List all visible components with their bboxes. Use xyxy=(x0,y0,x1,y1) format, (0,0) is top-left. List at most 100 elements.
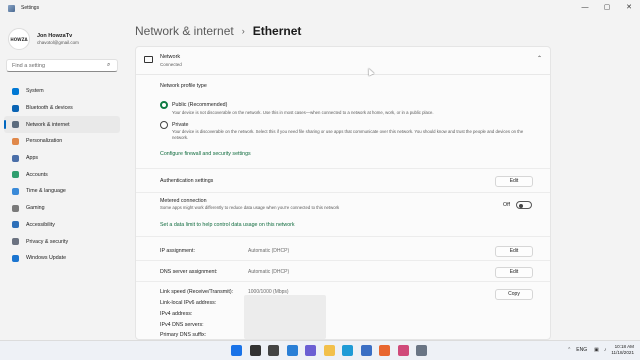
ipv4-dns-label: IPv4 DNS servers: xyxy=(160,322,204,328)
avatar: HOWZA xyxy=(8,28,30,50)
sidebar-nav: System Bluetooth & devices Network & int… xyxy=(4,83,120,267)
public-label: Public (Recommended) xyxy=(172,102,228,108)
auth-edit-button[interactable]: Edit xyxy=(495,176,533,187)
sidebar-item-accounts[interactable]: Accounts xyxy=(4,166,120,183)
ipv6-label: Link-local IPv6 address: xyxy=(160,300,217,306)
start-icon[interactable] xyxy=(231,345,242,356)
accounts-icon xyxy=(12,171,19,179)
network-status-icon[interactable]: ▣ xyxy=(594,347,599,353)
window-controls: — ▢ ✕ xyxy=(574,0,640,16)
sidebar-item-network[interactable]: Network & internet xyxy=(4,116,120,134)
user-email: chavotol@gmail.com xyxy=(37,40,79,45)
update-icon xyxy=(12,254,19,262)
sidebar-item-gaming[interactable]: Gaming xyxy=(4,200,120,217)
minimize-button[interactable]: — xyxy=(574,0,596,16)
taskbar: ⌃ ENG ▣ ♪ 10:18 AM 11/18/2021 xyxy=(0,340,640,360)
ip-edit-button[interactable]: Edit xyxy=(495,246,533,257)
network-header[interactable]: Network Connected ⌃ xyxy=(136,47,550,75)
firefox-icon[interactable] xyxy=(379,345,390,356)
divider xyxy=(136,260,550,261)
search-placeholder: Find a setting xyxy=(12,62,46,69)
sidebar-item-time-language[interactable]: Time & language xyxy=(4,183,120,200)
title-bar: Settings — ▢ ✕ xyxy=(0,0,640,16)
network-card: Network Connected ⌃ Network profile type… xyxy=(135,46,551,340)
window-title: Settings xyxy=(21,5,40,11)
private-label: Private xyxy=(172,122,189,128)
redacted-values xyxy=(244,295,326,339)
shield-icon xyxy=(12,238,19,246)
ipv4-label: IPv4 address: xyxy=(160,311,193,317)
chat-icon[interactable] xyxy=(305,345,316,356)
network-title: Network xyxy=(160,54,181,60)
user-name: Jon HowzaTv xyxy=(37,33,73,39)
clock[interactable]: 10:18 AM 11/18/2021 xyxy=(611,344,634,356)
clock-icon xyxy=(12,187,19,195)
app-icon[interactable] xyxy=(397,345,409,356)
brush-icon xyxy=(12,137,19,145)
settings-icon[interactable] xyxy=(416,345,427,356)
language-indicator[interactable]: ENG xyxy=(576,347,587,353)
widgets-icon[interactable] xyxy=(286,345,298,356)
close-button[interactable]: ✕ xyxy=(618,0,640,16)
chevron-up-icon[interactable]: ⌃ xyxy=(537,55,542,62)
auth-label: Authentication settings xyxy=(160,178,214,184)
user-profile[interactable]: HOWZA Jon HowzaTv chavotol@gmail.com xyxy=(8,28,79,50)
settings-app-icon xyxy=(8,4,15,12)
sidebar-item-windows-update[interactable]: Windows Update xyxy=(4,250,120,267)
edge-icon[interactable] xyxy=(342,345,353,356)
sidebar-item-personalization[interactable]: Personalization xyxy=(4,133,120,150)
accessibility-icon xyxy=(12,221,19,229)
public-description: Your device is not discoverable on the n… xyxy=(172,110,434,115)
task-view-icon[interactable] xyxy=(268,345,279,356)
private-radio[interactable] xyxy=(160,121,168,129)
apps-icon xyxy=(12,154,19,162)
breadcrumb: Network & internet › Ethernet xyxy=(135,24,301,38)
clock-date: 11/18/2021 xyxy=(611,350,634,355)
ip-assignment-label: IP assignment: xyxy=(160,248,195,254)
metered-state: Off xyxy=(503,202,510,208)
sidebar-item-accessibility[interactable]: Accessibility xyxy=(4,217,120,234)
sidebar-item-apps[interactable]: Apps xyxy=(4,150,120,167)
chevron-right-icon: › xyxy=(241,26,245,36)
dns-assignment-value: Automatic (DHCP) xyxy=(248,269,290,275)
taskbar-apps xyxy=(231,345,435,356)
public-radio[interactable] xyxy=(160,101,168,109)
maximize-button[interactable]: ▢ xyxy=(596,0,618,16)
search-icon[interactable] xyxy=(249,345,261,356)
link-speed-label: Link speed (Receive/Transmit): xyxy=(160,289,234,295)
gaming-icon xyxy=(12,204,19,212)
network-icon xyxy=(12,121,19,129)
divider xyxy=(136,236,550,237)
bluetooth-icon xyxy=(12,104,19,112)
file-explorer-icon[interactable] xyxy=(323,345,335,356)
dns-edit-button[interactable]: Edit xyxy=(495,267,533,278)
sidebar-item-bluetooth[interactable]: Bluetooth & devices xyxy=(4,100,120,117)
breadcrumb-parent[interactable]: Network & internet xyxy=(135,24,234,38)
network-status: Connected xyxy=(160,62,182,67)
profile-heading: Network profile type xyxy=(160,83,207,89)
divider xyxy=(136,192,550,193)
search-input[interactable]: Find a setting ⌕ xyxy=(6,59,118,72)
divider xyxy=(136,168,550,169)
metered-label: Metered connection xyxy=(160,198,207,204)
link-speed-value: 1000/1000 (Mbps) xyxy=(248,289,289,295)
search-icon: ⌕ xyxy=(107,62,111,68)
divider xyxy=(136,281,550,282)
store-icon[interactable] xyxy=(360,345,372,356)
copy-button[interactable]: Copy xyxy=(495,289,533,300)
sidebar-item-privacy[interactable]: Privacy & security xyxy=(4,233,120,250)
sidebar-item-system[interactable]: System xyxy=(4,83,120,100)
metered-description: Some apps might work differently to redu… xyxy=(160,205,340,210)
chevron-up-icon[interactable]: ⌃ xyxy=(567,347,571,353)
private-description: Your device is discoverable on the netwo… xyxy=(172,129,524,140)
firewall-link[interactable]: Configure firewall and security settings xyxy=(160,151,251,157)
sidebar: HOWZA Jon HowzaTv chavotol@gmail.com Fin… xyxy=(0,16,124,340)
data-limit-link[interactable]: Set a data limit to help control data us… xyxy=(160,222,295,228)
ip-assignment-value: Automatic (DHCP) xyxy=(248,248,290,254)
volume-icon[interactable]: ♪ xyxy=(604,347,607,353)
metered-toggle[interactable] xyxy=(516,201,532,209)
dns-assignment-label: DNS server assignment: xyxy=(160,269,218,275)
page-title: Ethernet xyxy=(252,24,302,38)
system-icon xyxy=(12,87,19,95)
primary-dns-label: Primary DNS suffix: xyxy=(160,332,207,338)
